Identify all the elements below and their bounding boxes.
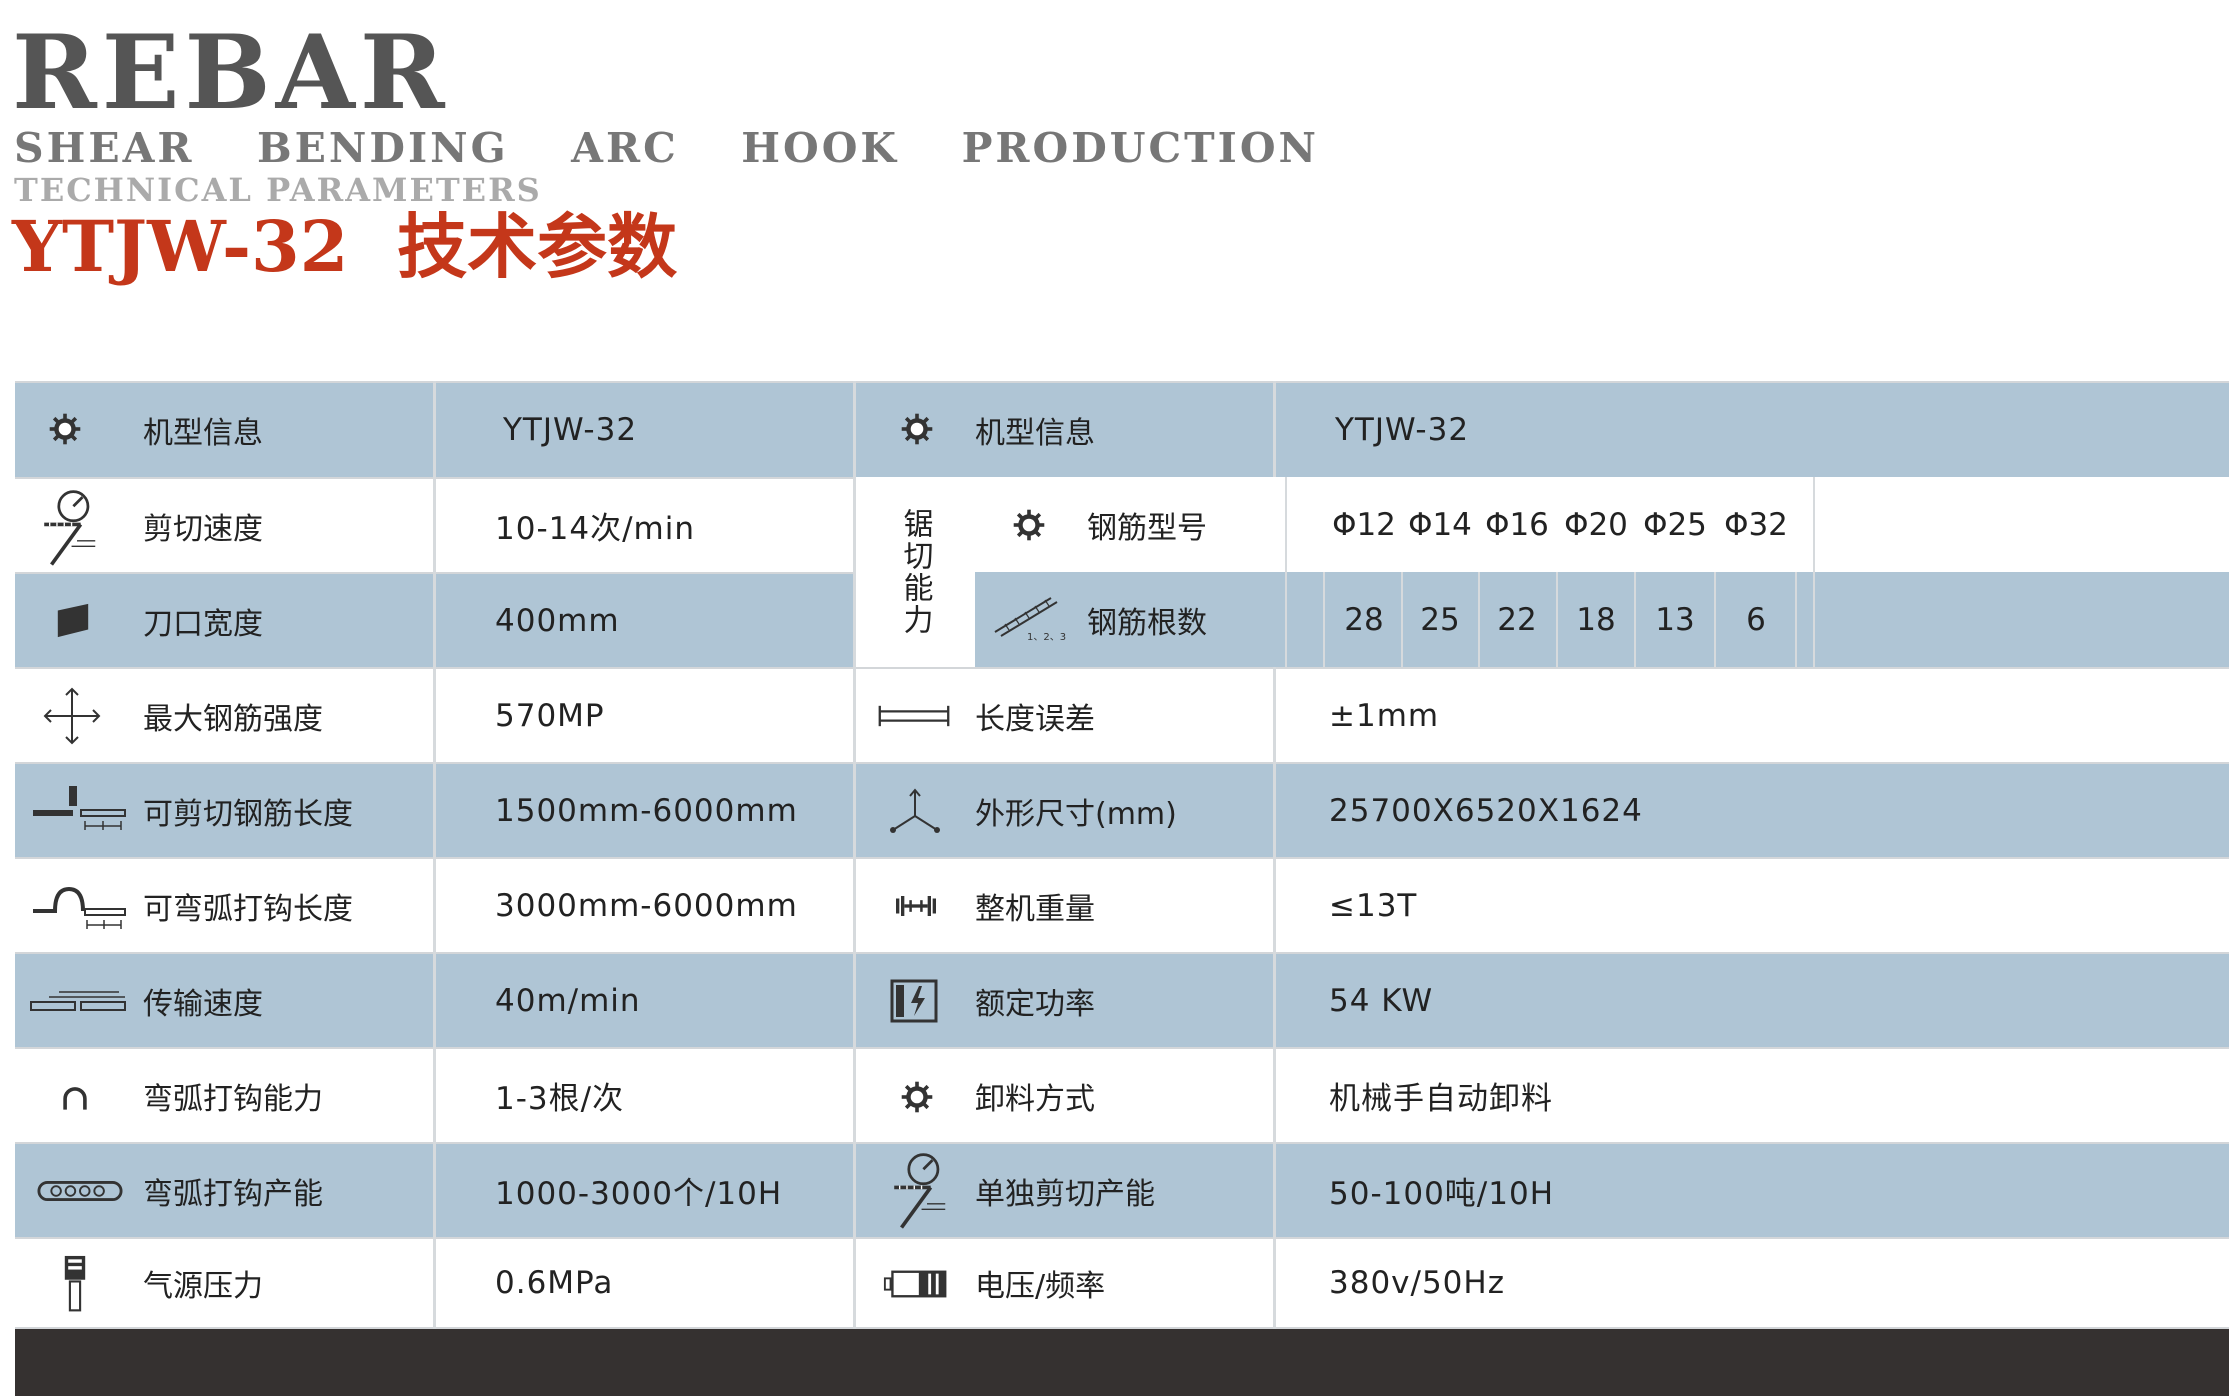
- spec-value-unloading-method: 机械手自动卸料: [1329, 1081, 1553, 1117]
- table-row: 最大钢筋强度 570MP 长度误差 ±1mm: [15, 667, 2229, 762]
- speed-gauge-icon: [883, 1150, 951, 1234]
- rebar-type-cell: Φ16: [1485, 506, 1549, 543]
- spec-label-voltage-frequency: 电压/频率: [975, 1269, 1106, 1304]
- spec-label-single-shear-output: 单独剪切产能: [975, 1176, 1155, 1212]
- rebar-count-label: 钢筋根数: [1087, 605, 1207, 641]
- rebar-bundle-icon: 1、2、3: [989, 594, 1069, 644]
- spec-label-max-strength: 最大钢筋强度: [143, 701, 323, 737]
- axes-3d-icon: [885, 786, 945, 836]
- spec-value-model: YTJW-32: [503, 412, 638, 448]
- rebar-count-caption: 1、2、3: [1027, 632, 1066, 643]
- spec-value-max-strength: 570MP: [495, 697, 605, 734]
- rebar-type-label: 钢筋型号: [1087, 510, 1207, 546]
- table-row: 弯弧打钩能力 1-3根/次 卸料方式 机械手自动卸料: [15, 1047, 2229, 1142]
- rebar-count-row: 1、2、3 钢筋根数 28 25 22 18 13 6: [975, 572, 2229, 667]
- rebar-count-cell: 28: [1344, 601, 1384, 638]
- hook-icon: [57, 1079, 93, 1115]
- weight-icon: [891, 891, 941, 921]
- spec-label-shear-length: 可剪切钢筋长度: [143, 796, 353, 832]
- rebar-count-cell: 25: [1420, 601, 1460, 638]
- spec-value-machine-weight: ≤13T: [1329, 887, 1418, 924]
- spec-value-arc-hook-capacity: 1-3根/次: [495, 1081, 625, 1117]
- footer-bar: [15, 1329, 2229, 1396]
- spec-value-arc-hook-length: 3000mm-6000mm: [495, 887, 798, 924]
- spec-label-length-tolerance: 长度误差: [975, 701, 1095, 737]
- spec-value-length-tolerance: ±1mm: [1329, 697, 1440, 734]
- spec-value-model-right: YTJW-32: [1335, 412, 1470, 448]
- spec-label-model-info: 机型信息: [143, 416, 263, 451]
- shear-rebar-icon: [31, 784, 131, 834]
- spec-label-arc-hook-capacity: 弯弧打钩能力: [143, 1081, 323, 1117]
- spec-value-single-shear-output: 50-100吨/10H: [1329, 1176, 1555, 1212]
- spec-value-transfer-speed: 40m/min: [495, 982, 641, 1019]
- spec-label-model-info-right: 机型信息: [975, 416, 1095, 451]
- speed-gauge-icon: [33, 487, 101, 571]
- gear-icon: [897, 409, 937, 449]
- spec-label-blade-width: 刀口宽度: [143, 606, 263, 642]
- spec-value-blade-width: 400mm: [495, 602, 620, 639]
- spec-label-shear-speed: 剪切速度: [143, 511, 263, 547]
- spec-label-air-pressure: 气源压力: [143, 1269, 263, 1304]
- gear-icon: [45, 409, 85, 449]
- battery-icon: [883, 1267, 949, 1301]
- spec-label-arc-hook-length: 可弯弧打钩长度: [143, 891, 353, 927]
- blade-icon: [53, 600, 93, 640]
- arrows-cross-icon: [37, 681, 107, 751]
- rebar-count-cell: 22: [1497, 601, 1537, 638]
- tagline: SHEAR BENDING ARC HOOK PRODUCTION: [14, 124, 1320, 172]
- table-row: 机型信息 YTJW-32 机型信息 YTJW-32: [15, 381, 2229, 477]
- spec-label-rated-power: 额定功率: [975, 986, 1095, 1022]
- air-cylinder-icon: [57, 1249, 93, 1319]
- table-row: 气源压力 0.6MPa 电压/频率 380v/50Hz: [15, 1237, 2229, 1329]
- spec-table: 机型信息 YTJW-32 机型信息 YTJW-32 剪切速度 10-14次/mi…: [15, 381, 2229, 1329]
- spec-label-unloading-method: 卸料方式: [975, 1081, 1095, 1117]
- saw-capability-label: 锯切能力: [897, 508, 933, 636]
- spec-value-rated-power: 54 KW: [1329, 982, 1434, 1019]
- saw-capability-block: 锯切能力 钢筋型号 Φ12 Φ14 Φ16 Φ20 Φ25 Φ32 1、2、3 …: [855, 477, 2229, 667]
- gear-icon: [897, 1077, 937, 1117]
- gear-icon: [1009, 505, 1049, 545]
- spec-label-arc-hook-output: 弯弧打钩产能: [143, 1176, 323, 1212]
- spec-value-shear-speed: 10-14次/min: [495, 511, 695, 547]
- spec-value-air-pressure: 0.6MPa: [495, 1265, 614, 1301]
- rebar-count-cell: 18: [1576, 601, 1616, 638]
- table-row: 可剪切钢筋长度 1500mm-6000mm 外形尺寸(mm) 25700X652…: [15, 762, 2229, 857]
- spec-value-shear-length: 1500mm-6000mm: [495, 792, 798, 829]
- spec-label-dimensions: 外形尺寸(mm): [975, 796, 1177, 832]
- rebar-count-cell: 6: [1746, 601, 1766, 638]
- spec-label-machine-weight: 整机重量: [975, 891, 1095, 927]
- spec-value-dimensions: 25700X6520X1624: [1329, 792, 1643, 829]
- ruler-icon: [877, 701, 951, 731]
- technical-parameters-label: TECHNICAL PARAMETERS: [14, 171, 542, 209]
- table-row: 可弯弧打钩长度 3000mm-6000mm 整机重量 ≤13T: [15, 857, 2229, 952]
- arc-hook-rebar-icon: [31, 883, 131, 933]
- brand-title: REBAR: [12, 13, 450, 133]
- chain-icon: [37, 1176, 123, 1206]
- rebar-count-cell: 13: [1655, 601, 1695, 638]
- table-row: 弯弧打钩产能 1000-3000个/10H 单独剪切产能 50-100吨/10H: [15, 1142, 2229, 1237]
- rebar-type-cell: Φ12: [1332, 506, 1396, 543]
- spec-value-voltage-frequency: 380v/50Hz: [1329, 1265, 1505, 1301]
- rebar-type-cell: Φ32: [1724, 506, 1788, 543]
- spec-label-transfer-speed: 传输速度: [143, 986, 263, 1022]
- model-title: YTJW-32 技术参数: [12, 205, 678, 288]
- table-row: 传输速度 40m/min 额定功率 54 KW: [15, 952, 2229, 1047]
- rebar-type-cell: Φ14: [1408, 506, 1472, 543]
- rebar-type-row: 钢筋型号 Φ12 Φ14 Φ16 Φ20 Φ25 Φ32: [975, 477, 2229, 572]
- rebar-type-cell: Φ25: [1643, 506, 1707, 543]
- spec-value-arc-hook-output: 1000-3000个/10H: [495, 1176, 783, 1212]
- conveyor-icon: [29, 986, 129, 1016]
- rebar-type-cell: Φ20: [1564, 506, 1628, 543]
- power-icon: [889, 976, 939, 1026]
